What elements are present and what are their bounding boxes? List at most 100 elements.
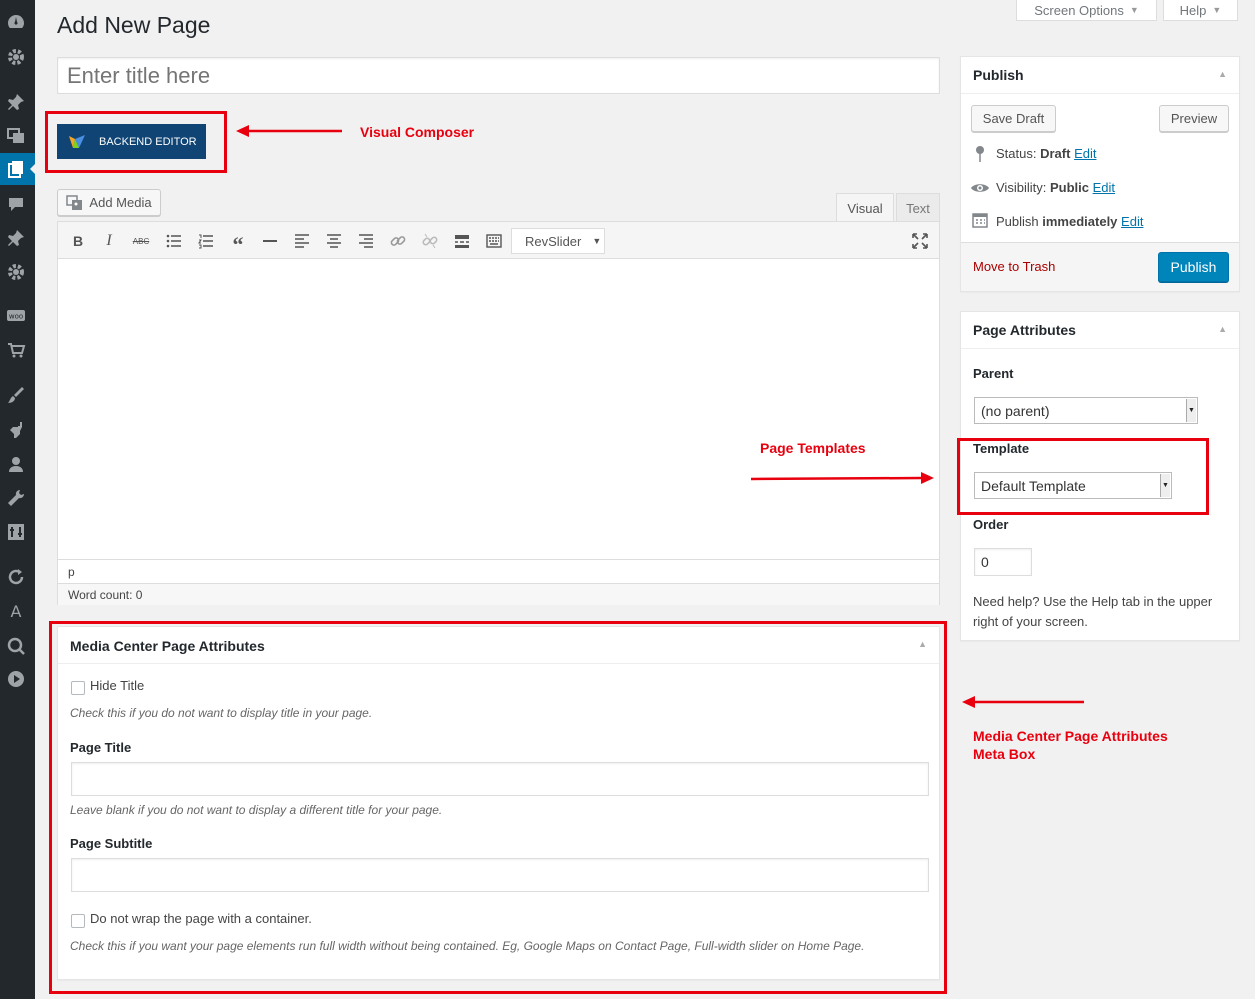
media-icon[interactable] xyxy=(6,125,26,145)
visual-composer-arrow xyxy=(236,125,342,137)
publish-box-title: Publish xyxy=(973,67,1024,83)
screen-options-label: Screen Options xyxy=(1034,2,1124,18)
chevron-down-icon: ▼ xyxy=(1212,5,1222,15)
dashboard-icon[interactable] xyxy=(6,12,26,32)
status-row: Status: Draft Edit xyxy=(996,146,1096,161)
toolbar-toggle-icon[interactable] xyxy=(484,231,504,251)
status-value: Draft xyxy=(1040,146,1071,161)
fullscreen-icon[interactable] xyxy=(910,231,930,251)
pages-icon[interactable] xyxy=(6,159,26,179)
visibility-row: Visibility: Public Edit xyxy=(996,180,1115,195)
editor-content-area[interactable] xyxy=(58,260,939,559)
bullet-list-icon[interactable] xyxy=(164,231,184,251)
chevron-down-icon: ▼ xyxy=(1129,5,1139,15)
strikethrough-icon[interactable]: ABC xyxy=(131,231,151,251)
preview-label: Preview xyxy=(1170,111,1218,126)
tab-visual[interactable]: Visual xyxy=(836,193,894,222)
page-templates-annotation: Page Templates xyxy=(760,440,866,456)
chevron-down-icon: ▼ xyxy=(1186,399,1196,422)
numbered-list-icon[interactable] xyxy=(196,231,216,251)
play-icon[interactable] xyxy=(6,669,26,689)
add-media-label: Add Media xyxy=(89,195,152,210)
page-attributes-title: Page Attributes xyxy=(973,322,1076,338)
read-more-icon[interactable] xyxy=(452,231,472,251)
gear-icon[interactable] xyxy=(6,47,26,67)
font-icon[interactable]: A xyxy=(6,601,26,621)
page-templates-arrow xyxy=(750,472,934,484)
page-templates-highlight-box xyxy=(957,438,1209,515)
page-attributes-header[interactable]: Page Attributes ▲ xyxy=(961,312,1239,349)
publish-box-header[interactable]: Publish ▲ xyxy=(961,57,1239,94)
settings-icon[interactable] xyxy=(6,522,26,542)
cart-icon[interactable] xyxy=(6,340,26,360)
publish-actions: Move to Trash Publish xyxy=(961,242,1239,291)
backend-editor-button[interactable]: BACKEND EDITOR xyxy=(57,124,206,159)
help-tab[interactable]: Help ▼ xyxy=(1163,0,1238,21)
woo-icon[interactable]: woo xyxy=(6,306,26,326)
remove-link-icon[interactable] xyxy=(420,231,440,251)
align-center-icon[interactable] xyxy=(324,231,344,251)
help-label: Help xyxy=(1179,2,1207,18)
publish-button[interactable]: Publish xyxy=(1158,252,1229,282)
add-media-icon xyxy=(66,194,83,210)
revslider-label: RevSlider xyxy=(525,233,582,249)
help-text-line1: Need help? Use the Help tab in the upper xyxy=(973,594,1213,609)
horizontal-line-icon[interactable] xyxy=(260,231,280,251)
parent-label: Parent xyxy=(973,366,1014,381)
gear-icon[interactable] xyxy=(6,262,26,282)
publish-date-row: Publish immediately Edit xyxy=(996,214,1143,229)
calendar-icon xyxy=(972,213,988,228)
comments-icon[interactable] xyxy=(6,194,26,214)
bold-icon[interactable]: B xyxy=(68,231,88,251)
move-to-trash-link[interactable]: Move to Trash xyxy=(973,259,1055,274)
tab-text-label: Text xyxy=(906,200,930,216)
svg-text:A: A xyxy=(11,602,22,621)
pin-icon[interactable] xyxy=(6,228,26,248)
tools-icon[interactable] xyxy=(6,488,26,508)
media-center-arrow xyxy=(962,696,1084,708)
media-center-annotation: Media Center Page Attributes Meta Box xyxy=(973,727,1168,763)
visual-composer-logo-icon xyxy=(69,134,85,148)
status-label: Status: xyxy=(996,146,1037,161)
post-title-input[interactable] xyxy=(57,57,940,94)
publish-box: Publish ▲ Save Draft Preview Status: Dra… xyxy=(960,56,1240,292)
preview-button[interactable]: Preview xyxy=(1159,105,1229,132)
collapse-arrow-icon[interactable]: ▲ xyxy=(1218,69,1227,79)
editor-path: p xyxy=(58,559,939,583)
save-draft-button[interactable]: Save Draft xyxy=(971,105,1056,132)
media-center-annotation-line1: Media Center Page Attributes xyxy=(973,728,1168,744)
tab-text[interactable]: Text xyxy=(896,193,940,222)
blockquote-icon[interactable]: “ xyxy=(228,231,248,257)
backend-editor-label: BACKEND EDITOR xyxy=(99,135,197,148)
pin-icon xyxy=(976,146,984,162)
brush-icon[interactable] xyxy=(6,385,26,405)
editor-toolbar: B I ABC “ RevSlider ▼ xyxy=(58,222,939,259)
publish-date-edit-link[interactable]: Edit xyxy=(1121,214,1143,229)
publish-date-value: immediately xyxy=(1042,214,1118,229)
pin-icon[interactable] xyxy=(6,92,26,112)
revslider-dropdown[interactable]: RevSlider ▼ xyxy=(511,228,605,254)
order-input[interactable] xyxy=(974,548,1032,576)
parent-select[interactable]: (no parent) ▼ xyxy=(974,397,1198,424)
publish-button-label: Publish xyxy=(1170,259,1217,275)
help-text: Need help? Use the Help tab in the upper… xyxy=(973,592,1241,632)
align-left-icon[interactable] xyxy=(292,231,312,251)
tab-visual-label: Visual xyxy=(847,200,883,216)
insert-link-icon[interactable] xyxy=(388,231,408,251)
media-center-annotation-line2: Meta Box xyxy=(973,746,1036,762)
page-title: Add New Page xyxy=(57,12,211,38)
word-count: Word count: 0 xyxy=(58,583,939,605)
visibility-label: Visibility: xyxy=(996,180,1047,195)
visibility-edit-link[interactable]: Edit xyxy=(1093,180,1115,195)
italic-icon[interactable]: I xyxy=(99,231,119,251)
plugin-icon[interactable] xyxy=(6,420,26,440)
users-icon[interactable] xyxy=(6,454,26,474)
refresh-icon[interactable] xyxy=(6,567,26,587)
visual-composer-annotation: Visual Composer xyxy=(360,124,475,140)
collapse-arrow-icon[interactable]: ▲ xyxy=(1218,324,1227,334)
search-icon[interactable] xyxy=(6,636,26,656)
screen-options-tab[interactable]: Screen Options ▼ xyxy=(1016,0,1157,21)
align-right-icon[interactable] xyxy=(356,231,376,251)
status-edit-link[interactable]: Edit xyxy=(1074,146,1096,161)
add-media-button[interactable]: Add Media xyxy=(57,189,161,216)
